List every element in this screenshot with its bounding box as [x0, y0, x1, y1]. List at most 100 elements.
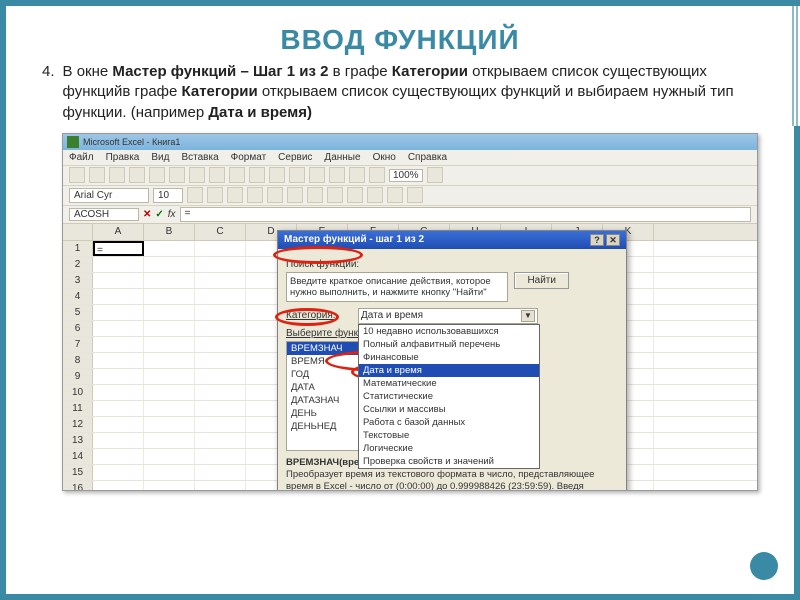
menu-format[interactable]: Формат [231, 152, 267, 163]
cancel-icon[interactable]: ✕ [143, 209, 151, 220]
cell[interactable] [144, 273, 195, 288]
menu-data[interactable]: Данные [324, 152, 360, 163]
close-icon[interactable]: ✕ [606, 234, 620, 246]
cell[interactable] [144, 305, 195, 320]
row-header[interactable]: 12 [63, 417, 93, 432]
cell[interactable] [144, 369, 195, 384]
cell[interactable] [195, 305, 246, 320]
category-option[interactable]: 10 недавно использовавшихся [359, 325, 539, 338]
borders-icon[interactable] [367, 187, 383, 203]
cell[interactable] [144, 449, 195, 464]
cell[interactable] [195, 449, 246, 464]
category-option[interactable]: Полный алфавитный перечень [359, 338, 539, 351]
cell[interactable] [93, 385, 144, 400]
cell[interactable] [195, 241, 246, 256]
menu-tools[interactable]: Сервис [278, 152, 312, 163]
cell[interactable] [195, 433, 246, 448]
redo-icon[interactable] [269, 167, 285, 183]
row-header[interactable]: 4 [63, 289, 93, 304]
cell[interactable] [144, 401, 195, 416]
spreadsheet-grid[interactable]: A B C D E F G H I J K 1=2345678910111213… [63, 224, 757, 491]
cell[interactable] [144, 465, 195, 480]
cell[interactable] [144, 289, 195, 304]
cell[interactable] [195, 289, 246, 304]
fontsize-select[interactable]: 10 [153, 188, 183, 203]
copy-icon[interactable] [209, 167, 225, 183]
percent-icon[interactable] [347, 187, 363, 203]
paste-icon[interactable] [229, 167, 245, 183]
row-header[interactable]: 16 [63, 481, 93, 491]
sum-icon[interactable] [309, 167, 325, 183]
zoom-select[interactable]: 100% [389, 169, 423, 182]
cell[interactable] [93, 433, 144, 448]
next-slide-button[interactable] [750, 552, 778, 580]
sort-desc-icon[interactable] [349, 167, 365, 183]
row-header[interactable]: 11 [63, 401, 93, 416]
row-header[interactable]: 7 [63, 337, 93, 352]
help-icon[interactable] [427, 167, 443, 183]
italic-icon[interactable] [207, 187, 223, 203]
merge-icon[interactable] [307, 187, 323, 203]
cell[interactable] [93, 401, 144, 416]
fontcolor-icon[interactable] [407, 187, 423, 203]
category-option[interactable]: Математические [359, 377, 539, 390]
category-option[interactable]: Проверка свойств и значений [359, 455, 539, 468]
category-option[interactable]: Текстовые [359, 429, 539, 442]
row-header[interactable]: 1 [63, 241, 93, 256]
row-header[interactable]: 5 [63, 305, 93, 320]
menu-insert[interactable]: Вставка [181, 152, 218, 163]
cell[interactable] [93, 305, 144, 320]
menu-view[interactable]: Вид [151, 152, 169, 163]
category-option[interactable]: Логические [359, 442, 539, 455]
find-button[interactable]: Найти [514, 272, 569, 289]
category-option[interactable]: Дата и время [359, 364, 539, 377]
cell[interactable] [195, 369, 246, 384]
category-option[interactable]: Статистические [359, 390, 539, 403]
underline-icon[interactable] [227, 187, 243, 203]
currency-icon[interactable] [327, 187, 343, 203]
fx-icon[interactable]: fx [168, 209, 176, 220]
align-center-icon[interactable] [267, 187, 283, 203]
category-select[interactable]: Дата и время ▼ 10 недавно использовавших… [358, 308, 538, 324]
cell[interactable]: = [93, 241, 144, 256]
cell[interactable] [144, 417, 195, 432]
category-option[interactable]: Работа с базой данных [359, 416, 539, 429]
cell[interactable] [144, 353, 195, 368]
cell[interactable] [195, 481, 246, 491]
cell[interactable] [195, 353, 246, 368]
cell[interactable] [195, 401, 246, 416]
row-header[interactable]: 15 [63, 465, 93, 480]
align-right-icon[interactable] [287, 187, 303, 203]
menu-help[interactable]: Справка [408, 152, 447, 163]
formula-input[interactable]: = [180, 207, 751, 222]
row-header[interactable]: 14 [63, 449, 93, 464]
cell[interactable] [195, 417, 246, 432]
cell[interactable] [144, 337, 195, 352]
enter-icon[interactable]: ✓ [155, 209, 163, 220]
cell[interactable] [93, 369, 144, 384]
row-header[interactable]: 6 [63, 321, 93, 336]
row-header[interactable]: 3 [63, 273, 93, 288]
menu-file[interactable]: Файл [69, 152, 94, 163]
font-select[interactable]: Arial Cyr [69, 188, 149, 203]
link-icon[interactable] [289, 167, 305, 183]
row-header[interactable]: 8 [63, 353, 93, 368]
name-box[interactable]: АСОSH [69, 208, 139, 221]
cell[interactable] [195, 465, 246, 480]
cell[interactable] [93, 289, 144, 304]
print-icon[interactable] [129, 167, 145, 183]
spell-icon[interactable] [169, 167, 185, 183]
fill-icon[interactable] [387, 187, 403, 203]
cell[interactable] [93, 449, 144, 464]
row-header[interactable]: 13 [63, 433, 93, 448]
category-dropdown-list[interactable]: 10 недавно использовавшихся Полный алфав… [358, 324, 540, 469]
align-left-icon[interactable] [247, 187, 263, 203]
search-input[interactable]: Введите краткое описание действия, котор… [286, 272, 508, 302]
cell[interactable] [144, 433, 195, 448]
cell[interactable] [93, 321, 144, 336]
row-header[interactable]: 10 [63, 385, 93, 400]
cell[interactable] [93, 481, 144, 491]
cell[interactable] [93, 257, 144, 272]
cell[interactable] [93, 465, 144, 480]
bold-icon[interactable] [187, 187, 203, 203]
